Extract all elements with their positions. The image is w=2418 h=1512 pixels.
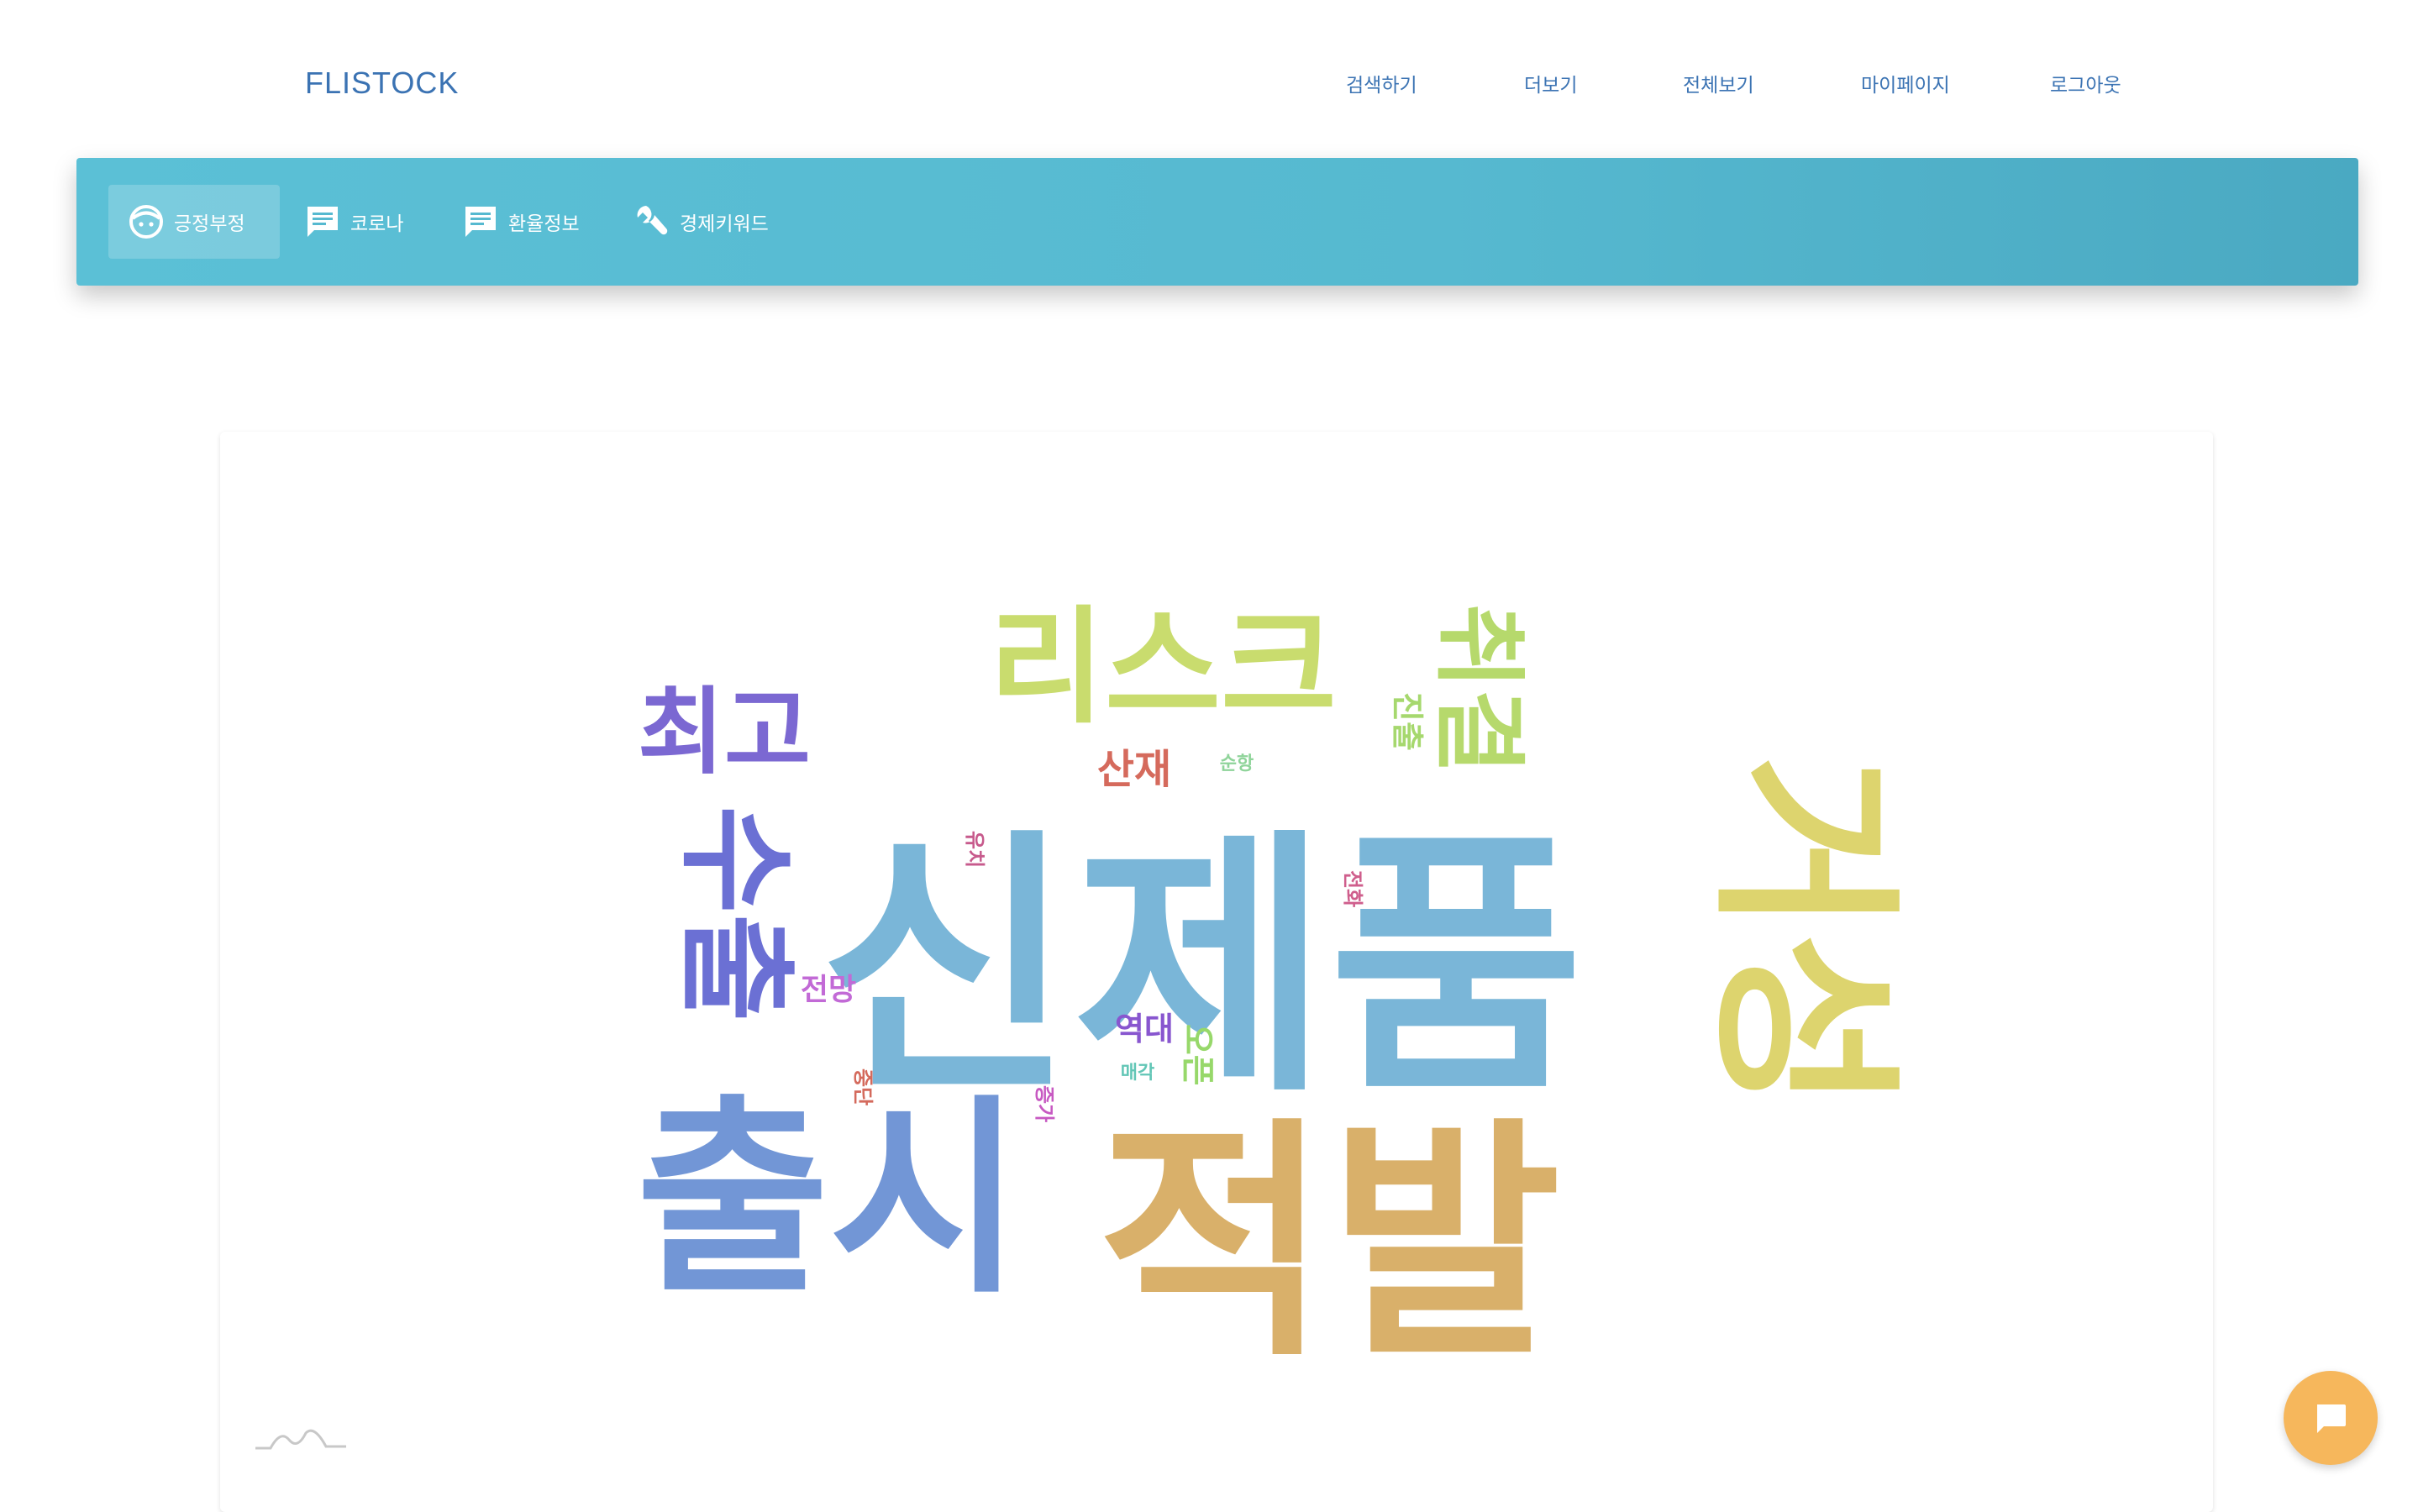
word-large: 거성 [1690, 755, 1915, 1110]
top-navigation: 검색하기 더보기 전체보기 마이페이지 로그아웃 [0, 69, 2418, 102]
chart-logo-icon [255, 1429, 346, 1450]
word-small: 전망 [801, 973, 856, 1007]
word-small: 오픈 [1178, 1024, 1217, 1086]
tab-label: 경제키워드 [680, 213, 769, 235]
word-small: 중단 [851, 1068, 875, 1105]
tab-label: 환율정보 [508, 213, 580, 235]
word-medium: 취결 [1425, 604, 1532, 774]
wordcloud-card: 신제품 적발 출시 거성 리스크 최고 수출 취결 산재 진출 순항 유치 전화… [220, 432, 2213, 1512]
nav-logout[interactable]: 로그아웃 [2050, 69, 2121, 97]
nav-more[interactable]: 더보기 [1524, 69, 1577, 97]
nav-mypage[interactable]: 마이페이지 [1861, 69, 1950, 97]
face-icon [129, 204, 164, 239]
word-medium: 최고 [638, 678, 811, 787]
word-small: 매각 [1121, 1063, 1154, 1084]
word-small: 진출 [1389, 692, 1426, 751]
category-tab-bar: 긍정부정 코로나 환율정보 경제키워드 [76, 158, 2358, 286]
nav-search[interactable]: 검색하기 [1346, 69, 1417, 97]
word-medium: 수출 [666, 806, 803, 1022]
word-small: 전화 [1341, 870, 1364, 907]
chat-bubble-icon [2317, 1404, 2346, 1433]
tab-label: 코로나 [350, 213, 404, 235]
word-small: 유치 [963, 831, 986, 868]
chat-icon [305, 204, 340, 239]
word-large: 적발 [1097, 1097, 1561, 1390]
tab-label: 긍정부정 [174, 213, 245, 235]
word-large: 출시 [636, 1077, 1022, 1321]
chat-icon [463, 204, 498, 239]
word-small: 증가 [1033, 1085, 1056, 1122]
word-small: 순항 [1220, 753, 1254, 774]
tab-economy-keyword[interactable]: 경제키워드 [614, 185, 811, 259]
nav-all[interactable]: 전체보기 [1683, 69, 1754, 97]
word-small: 산재 [1097, 746, 1171, 793]
wordcloud: 신제품 적발 출시 거성 리스크 최고 수출 취결 산재 진출 순항 유치 전화… [636, 595, 1915, 1390]
tab-corona[interactable]: 코로나 [285, 185, 433, 259]
tab-sentiment[interactable]: 긍정부정 [108, 185, 280, 259]
word-medium: 리스크 [989, 595, 1337, 741]
word-small: 역대 [1115, 1011, 1174, 1047]
chat-button[interactable] [2284, 1371, 2378, 1465]
tab-exchange-rate[interactable]: 환율정보 [443, 185, 611, 259]
wrench-icon [634, 204, 670, 239]
